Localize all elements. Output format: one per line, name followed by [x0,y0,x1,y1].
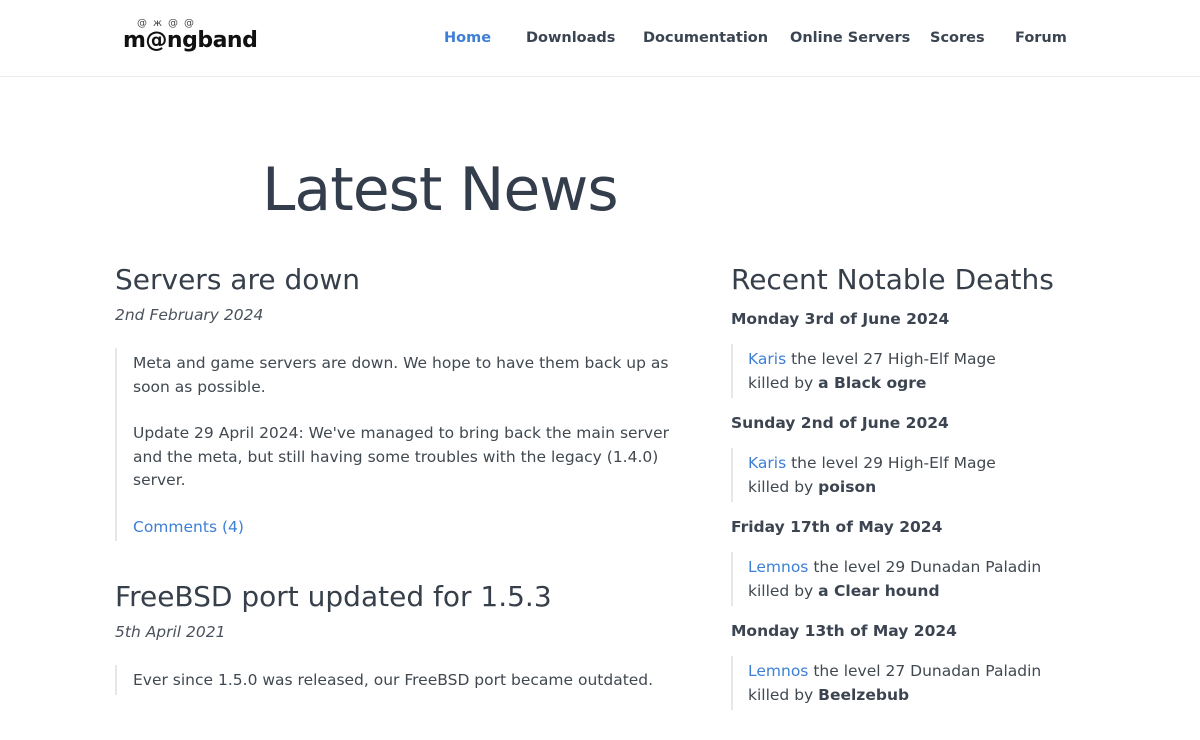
death-day-label: Monday 3rd of June 2024 [731,310,950,328]
killer-name: a Clear hound [818,582,940,600]
page-title: Latest News [262,155,619,225]
death-desc: the level 27 Dunadan Paladin [813,662,1042,680]
nav-documentation[interactable]: Documentation [643,30,768,46]
player-link[interactable]: Karis [748,350,786,368]
article-title: Servers are down [115,263,361,296]
killer-name: Beelzebub [818,686,910,704]
article-date: 2nd February 2024 [115,306,264,324]
player-link[interactable]: Karis [748,454,786,472]
article-paragraph: Update 29 April 2024: We've managed to b… [133,424,670,489]
article-title: FreeBSD port updated for 1.5.3 [115,580,552,613]
nav-downloads[interactable]: Downloads [526,30,615,46]
top-navbar: @ ж @ @ m@ngband Home Downloads Documentati… [0,0,1200,77]
player-link[interactable]: Lemnos [748,558,808,576]
article-paragraph: Ever since 1.5.0 was released, our FreeB… [133,671,654,689]
death-entry: Karis the level 29 High-Elf Mage killed … [731,448,1151,502]
death-day: Friday 17th of May 2024 Lemnos the level… [731,516,1151,606]
death-day: Monday 13th of May 2024 Lemnos the level… [731,620,1151,710]
nav-home[interactable]: Home [444,30,491,46]
death-day-label: Friday 17th of May 2024 [731,518,943,536]
news-article: FreeBSD port updated for 1.5.3 5th April… [115,579,675,695]
death-desc: the level 27 High-Elf Mage [791,350,996,368]
article-paragraph: Meta and game servers are down. We hope … [133,354,669,396]
death-desc: the level 29 High-Elf Mage [791,454,996,472]
news-column: Servers are down 2nd February 2024 Meta … [115,262,675,733]
logo-text: m@ngband [123,28,258,53]
player-link[interactable]: Lemnos [748,662,808,680]
death-entry: Lemnos the level 27 Dunadan Paladin kill… [731,656,1151,710]
news-article: Servers are down 2nd February 2024 Meta … [115,262,675,541]
article-body: Meta and game servers are down. We hope … [115,348,675,541]
article-body: Ever since 1.5.0 was released, our FreeB… [115,665,675,695]
death-entry: Lemnos the level 29 Dunadan Paladin kill… [731,552,1151,606]
comments-link[interactable]: Comments (4) [133,518,244,536]
death-day: Monday 3rd of June 2024 Karis the level … [731,308,1151,398]
death-entry: Karis the level 27 High-Elf Mage killed … [731,344,1151,398]
death-day-label: Sunday 2nd of June 2024 [731,414,949,432]
killed-by-label: killed by [748,582,814,600]
killer-name: a Black ogre [818,374,927,392]
sidebar-title: Recent Notable Deaths [731,263,1054,296]
killer-name: poison [818,478,877,496]
notable-deaths-sidebar: Recent Notable Deaths Monday 3rd of June… [731,262,1151,724]
death-day-label: Monday 13th of May 2024 [731,622,957,640]
killed-by-label: killed by [748,374,814,392]
death-desc: the level 29 Dunadan Paladin [813,558,1042,576]
nav-online-servers[interactable]: Online Servers [790,30,910,46]
article-date: 5th April 2021 [115,623,226,641]
death-day: Sunday 2nd of June 2024 Karis the level … [731,412,1151,502]
nav-forum[interactable]: Forum [1015,30,1067,46]
killed-by-label: killed by [748,478,814,496]
killed-by-label: killed by [748,686,814,704]
nav-scores[interactable]: Scores [930,30,985,46]
